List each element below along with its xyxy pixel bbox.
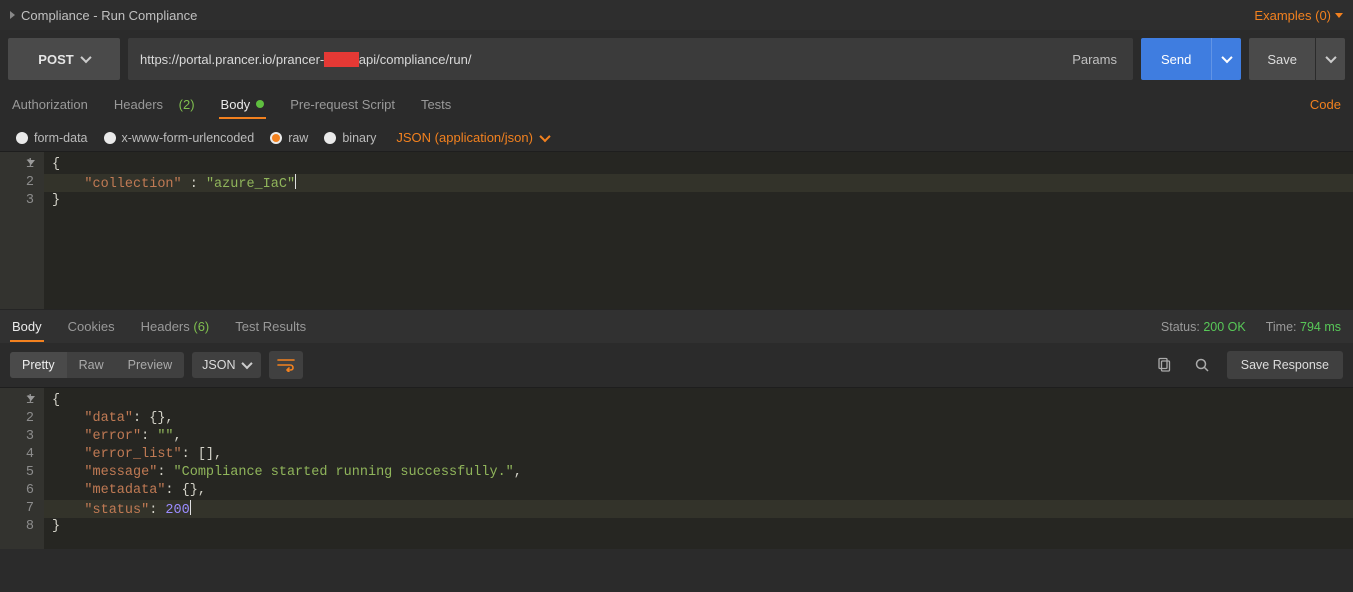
view-preview[interactable]: Preview — [116, 352, 184, 378]
tab-headers[interactable]: Headers (2) — [114, 97, 195, 112]
examples-dropdown[interactable]: Examples (0) — [1254, 8, 1343, 23]
modified-dot-icon — [256, 100, 264, 108]
tab-response-tests[interactable]: Test Results — [235, 319, 306, 334]
chevron-down-icon — [1325, 52, 1336, 63]
text-cursor — [190, 500, 191, 515]
tab-response-cookies[interactable]: Cookies — [68, 319, 115, 334]
view-mode-segment: Pretty Raw Preview — [10, 352, 184, 378]
chevron-down-icon — [80, 52, 91, 63]
view-pretty[interactable]: Pretty — [10, 352, 67, 378]
http-method-select[interactable]: POST — [8, 38, 120, 80]
send-dropdown-button[interactable] — [1211, 38, 1241, 80]
fold-icon[interactable] — [27, 396, 35, 401]
radio-urlencoded[interactable]: x-www-form-urlencoded — [104, 131, 255, 145]
params-label: Params — [1072, 52, 1117, 67]
wrap-lines-button[interactable] — [269, 351, 303, 379]
tab-authorization[interactable]: Authorization — [12, 97, 88, 112]
request-title: Compliance - Run Compliance — [21, 8, 197, 23]
chevron-down-icon — [1221, 52, 1232, 63]
view-raw[interactable]: Raw — [67, 352, 116, 378]
code-link[interactable]: Code — [1310, 97, 1341, 112]
http-method-label: POST — [38, 52, 73, 67]
save-response-button[interactable]: Save Response — [1227, 351, 1343, 379]
title-bar: Compliance - Run Compliance Examples (0) — [0, 0, 1353, 30]
tab-response-headers[interactable]: Headers (6) — [141, 319, 210, 334]
response-toolbar: Pretty Raw Preview JSON Save Response — [0, 343, 1353, 387]
text-cursor — [295, 174, 296, 189]
request-body-editor[interactable]: 1 2 3 { "collection" : "azure_IaC" } — [0, 151, 1353, 309]
response-body-editor[interactable]: 1 2 3 4 5 6 7 8 { "data": {}, "error": "… — [0, 387, 1353, 549]
url-text: https://portal.prancer.io/prancer- — [140, 52, 324, 67]
url-field-wrap: https://portal.prancer.io/prancer-xxxxxa… — [128, 38, 1133, 80]
request-tabs: Authorization Headers (2) Body Pre-reque… — [0, 88, 1353, 120]
copy-icon — [1156, 357, 1172, 373]
url-input[interactable]: https://portal.prancer.io/prancer-xxxxxa… — [128, 38, 1056, 80]
radio-binary[interactable]: binary — [324, 131, 376, 145]
tab-prerequest[interactable]: Pre-request Script — [290, 97, 395, 112]
collapse-icon[interactable] — [10, 11, 15, 19]
fold-icon[interactable] — [27, 160, 35, 165]
chevron-down-icon — [242, 358, 253, 369]
send-button[interactable]: Send — [1141, 38, 1211, 80]
save-label: Save — [1267, 52, 1297, 67]
response-tabs: Body Cookies Headers (6) Test Results St… — [0, 309, 1353, 343]
line-gutter: 1 2 3 — [0, 152, 44, 309]
save-dropdown-button[interactable] — [1315, 38, 1345, 80]
chevron-down-icon — [539, 130, 550, 141]
params-button[interactable]: Params — [1056, 38, 1133, 80]
body-type-row: form-data x-www-form-urlencoded raw bina… — [0, 120, 1353, 151]
save-button[interactable]: Save — [1249, 38, 1315, 80]
tab-tests[interactable]: Tests — [421, 97, 451, 112]
tab-response-body[interactable]: Body — [12, 319, 42, 334]
chevron-down-icon — [1335, 13, 1343, 18]
code-area[interactable]: { "collection" : "azure_IaC" } — [44, 152, 1353, 309]
search-icon — [1194, 357, 1210, 373]
wrap-icon — [277, 358, 295, 372]
search-button[interactable] — [1189, 352, 1215, 378]
line-gutter: 1 2 3 4 5 6 7 8 — [0, 388, 44, 549]
radio-form-data[interactable]: form-data — [16, 131, 88, 145]
request-bar: POST https://portal.prancer.io/prancer-x… — [0, 30, 1353, 88]
send-label: Send — [1161, 52, 1191, 67]
tab-body[interactable]: Body — [221, 97, 265, 112]
url-redacted: xxxxx — [324, 52, 359, 67]
code-area[interactable]: { "data": {}, "error": "", "error_list":… — [44, 388, 1353, 549]
copy-button[interactable] — [1151, 352, 1177, 378]
radio-raw[interactable]: raw — [270, 131, 308, 145]
content-type-select[interactable]: JSON (application/json) — [396, 130, 549, 145]
url-text: api/compliance/run/ — [359, 52, 472, 67]
examples-label: Examples (0) — [1254, 8, 1331, 23]
response-format-select[interactable]: JSON — [192, 352, 261, 378]
response-status: Status: 200 OK Time: 794 ms — [1161, 320, 1341, 334]
